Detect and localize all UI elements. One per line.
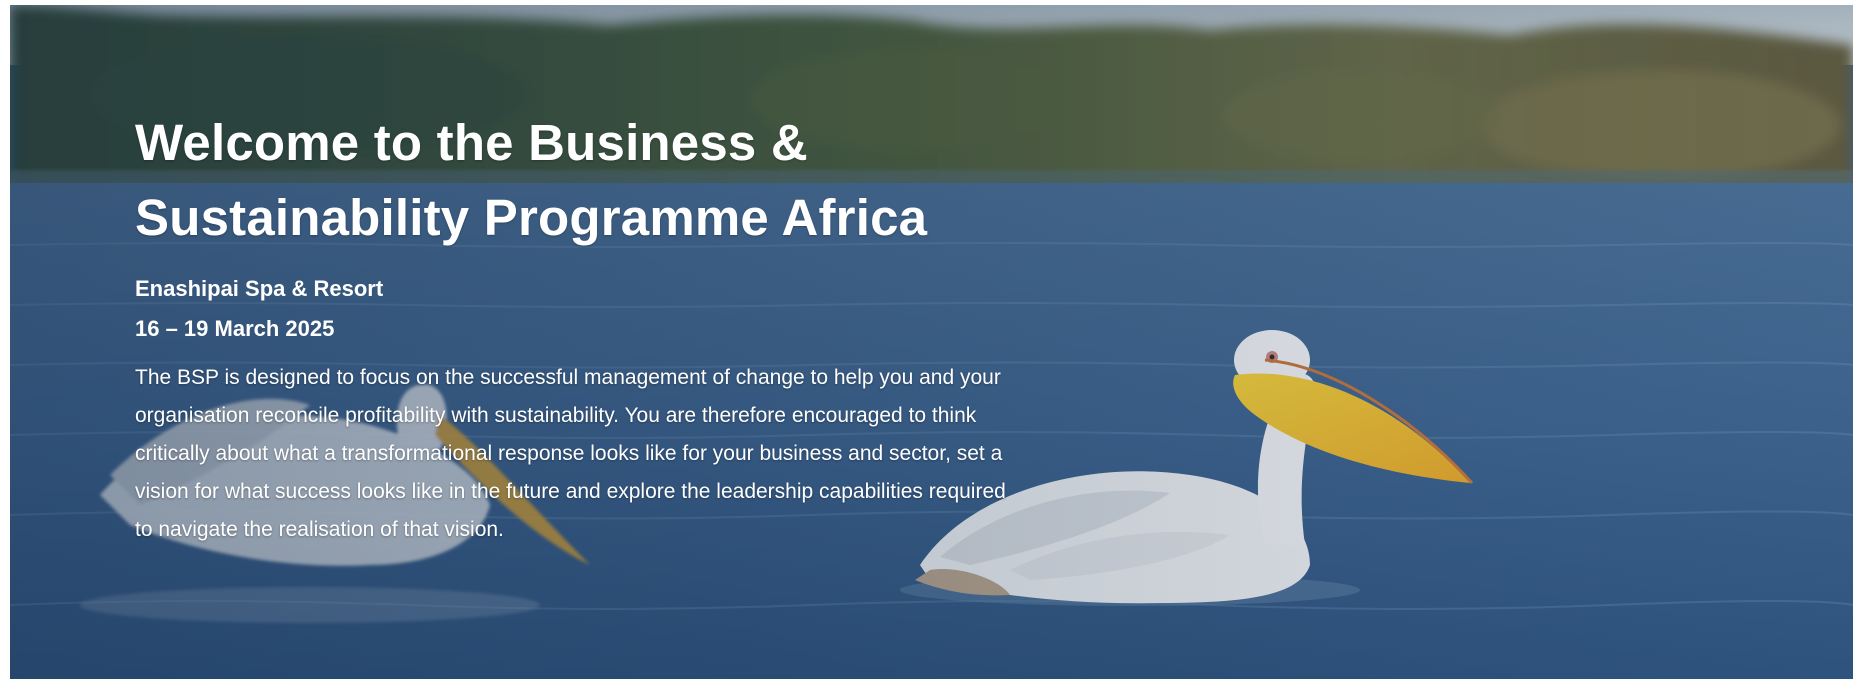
hero-content: Welcome to the Business & Sustainability… [135,105,1035,549]
event-dates: 16 – 19 March 2025 [135,316,335,341]
hero-banner: Welcome to the Business & Sustainability… [10,5,1853,679]
page: Welcome to the Business & Sustainability… [0,0,1853,679]
event-venue: Enashipai Spa & Resort [135,276,384,301]
programme-description: The BSP is designed to focus on the succ… [135,366,1006,541]
page-title: Welcome to the Business & Sustainability… [135,114,928,246]
